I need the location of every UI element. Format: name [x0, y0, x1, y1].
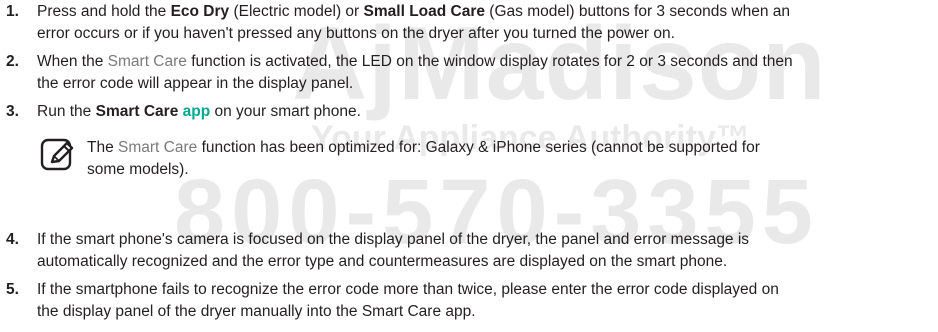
step-number: 4.	[6, 231, 19, 248]
step-text: When the Smart Care function is activate…	[37, 53, 793, 92]
term-smart-care-app: Smart Care app	[95, 103, 211, 120]
note-text: The Smart Care function has been optimiz…	[87, 139, 760, 178]
step-number: 3.	[6, 103, 19, 120]
step-number: 5.	[6, 281, 19, 298]
step-number: 2.	[6, 53, 19, 70]
note-pencil-icon	[40, 138, 74, 171]
term-smart-care: Smart Care	[118, 139, 198, 156]
term-small-load-care: Small Load Care	[363, 3, 485, 20]
step-text: If the smart phone's camera is focused o…	[37, 231, 750, 270]
step-text: Press and hold the Eco Dry (Electric mod…	[37, 3, 790, 42]
term-smart-care: Smart Care	[107, 53, 187, 70]
term-eco-dry: Eco Dry	[170, 3, 230, 20]
step-number: 1.	[6, 3, 19, 20]
step-text: If the smartphone fails to recognize the…	[37, 281, 779, 320]
step-text: Run the Smart Care app on your smart pho…	[37, 103, 361, 120]
